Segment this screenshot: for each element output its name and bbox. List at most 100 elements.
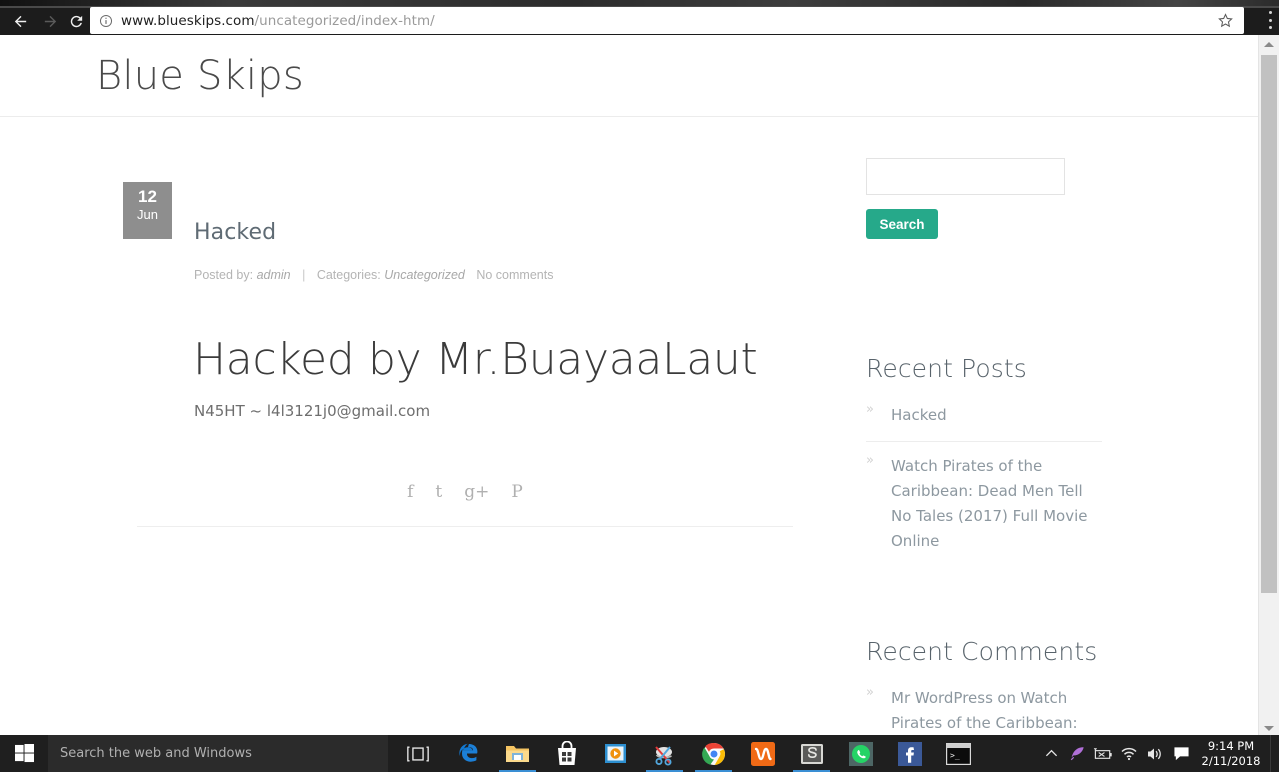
recent-comments-list: » Mr WordPress on Watch Pirates of the C… [866, 685, 1102, 737]
page-scrollbar[interactable] [1258, 35, 1279, 737]
windows-taskbar: Search the web and Windows >_ 9:14 PM 2/… [0, 735, 1279, 772]
recent-posts-widget: Recent Posts » Hacked » Watch Pirates of… [866, 354, 1102, 579]
comment-author[interactable]: Mr WordPress [891, 689, 993, 707]
action-center-icon[interactable] [1168, 735, 1194, 772]
browser-menu-button[interactable] [1268, 11, 1272, 29]
sublime-text-icon[interactable] [787, 735, 836, 772]
volume-icon[interactable] [1142, 735, 1168, 772]
taskbar-clock[interactable]: 9:14 PM 2/11/2018 [1194, 739, 1270, 769]
address-bar[interactable]: www.blueskips.com/uncategorized/index-ht… [90, 7, 1244, 34]
taskbar-search-box[interactable]: Search the web and Windows [48, 735, 388, 772]
chevron-double-right-icon: » [866, 453, 874, 468]
pinterest-icon[interactable]: P [511, 482, 522, 502]
arrow-right-icon [44, 15, 56, 28]
arrow-up-glyph [1264, 41, 1274, 47]
whatsapp-icon[interactable] [836, 735, 885, 772]
task-view-icon [407, 746, 429, 761]
recent-comments-title: Recent Comments [866, 637, 1098, 666]
url-path: /uncategorized/index-htm/ [254, 12, 435, 29]
movies-tv-glyph [605, 744, 626, 763]
chevron-up-icon[interactable] [1038, 735, 1064, 772]
google-plus-icon[interactable]: g+ [464, 482, 489, 502]
facebook-icon[interactable]: f [407, 482, 413, 502]
sublime-text-glyph [800, 743, 823, 764]
show-desktop-button[interactable] [1270, 735, 1279, 772]
battery-glyph [1093, 747, 1112, 759]
wifi-icon[interactable] [1116, 735, 1142, 772]
command-prompt-icon[interactable]: >_ [934, 735, 983, 772]
page-viewport: Blue Skips 12 Jun Hacked Posted by: admi… [0, 35, 1279, 737]
list-item: » Watch Pirates of the Caribbean: Dead M… [866, 453, 1102, 567]
url-domain: www.blueskips.com [121, 12, 255, 29]
taskbar-search-placeholder: Search the web and Windows [60, 746, 252, 761]
post-author[interactable]: admin [257, 268, 291, 282]
post-date-badge: 12 Jun [123, 182, 172, 239]
chevron-double-right-icon: » [866, 402, 874, 417]
menu-dot [1268, 18, 1272, 22]
search-button[interactable]: Search [866, 209, 938, 239]
edge-icon[interactable] [444, 735, 493, 772]
twitter-icon[interactable]: t [435, 482, 442, 502]
meta-separator: | [302, 268, 306, 282]
forward-button[interactable] [36, 8, 64, 35]
action-center-glyph [1173, 746, 1189, 760]
file-explorer-glyph [505, 745, 529, 762]
url-text: www.blueskips.com/uncategorized/index-ht… [121, 13, 435, 29]
reload-icon [70, 15, 82, 28]
post-date-day: 12 [138, 187, 157, 206]
post-title-link[interactable]: Hacked [194, 220, 276, 245]
chrome-glyph [701, 742, 725, 765]
back-button[interactable] [6, 8, 34, 35]
menu-dot [1268, 26, 1272, 29]
chevron-double-right-icon: » [866, 685, 874, 700]
volume-glyph [1148, 748, 1161, 759]
post-category[interactable]: Uncategorized [384, 268, 465, 282]
list-item: » Mr WordPress on Watch Pirates of the C… [866, 685, 1102, 737]
post-meta: Posted by: admin | Categories: Uncategor… [194, 268, 553, 282]
facebook-icon[interactable] [885, 735, 934, 772]
categories-label: Categories: [316, 268, 381, 282]
clock-time: 9:14 PM [1207, 738, 1255, 753]
start-button[interactable] [0, 735, 48, 772]
snipping-tool-glyph [654, 745, 672, 765]
arrow-left-icon [14, 15, 26, 28]
social-share-bar: f t g+ P [137, 482, 793, 527]
scroll-up-arrow-icon[interactable] [1259, 35, 1279, 53]
xampp-glyph [750, 741, 775, 766]
post-heading: Hacked by Mr.BuayaaLaut [193, 334, 758, 386]
arrow-down-glyph [1264, 725, 1274, 731]
recent-comments-widget: Recent Comments » Mr WordPress on Watch … [866, 637, 1102, 737]
reload-button[interactable] [62, 8, 90, 35]
star-icon[interactable] [1217, 12, 1234, 29]
post-date-month: Jun [137, 207, 158, 222]
facebook-glyph [897, 741, 922, 766]
microsoft-store-icon[interactable] [542, 735, 591, 772]
site-title[interactable]: Blue Skips [96, 53, 304, 99]
clock-date: 2/11/2018 [1201, 753, 1261, 768]
battery-icon[interactable] [1090, 735, 1116, 772]
chrome-icon[interactable] [689, 735, 738, 772]
sidebar: Search Recent Posts » Hacked » Watch Pir… [866, 158, 1102, 732]
movies-tv-icon[interactable] [591, 735, 640, 772]
search-input[interactable] [866, 158, 1065, 195]
file-explorer-icon[interactable] [493, 735, 542, 772]
scrollbar-thumb[interactable] [1261, 55, 1277, 593]
info-circle-icon[interactable] [99, 14, 113, 28]
post-comments-count[interactable]: No comments [468, 268, 553, 282]
wifi-glyph [1121, 747, 1137, 761]
recent-posts-title: Recent Posts [866, 354, 1027, 383]
list-item: » Hacked [866, 402, 1102, 442]
edge-glyph [458, 743, 477, 762]
feather-icon[interactable] [1064, 735, 1090, 772]
snipping-tool-icon[interactable] [640, 735, 689, 772]
posted-by-label: Posted by: [194, 268, 254, 282]
recent-posts-list: » Hacked » Watch Pirates of the Caribbea… [866, 402, 1102, 567]
xampp-icon[interactable] [738, 735, 787, 772]
task-view-button[interactable] [398, 735, 438, 772]
feather-glyph [1070, 747, 1084, 761]
recent-post-link[interactable]: Watch Pirates of the Caribbean: Dead Men… [891, 457, 1087, 550]
svg-text:>_: >_ [950, 751, 960, 760]
comment-connector: on [997, 689, 1017, 707]
system-tray: 9:14 PM 2/11/2018 [1038, 735, 1279, 772]
recent-post-link[interactable]: Hacked [891, 406, 947, 424]
